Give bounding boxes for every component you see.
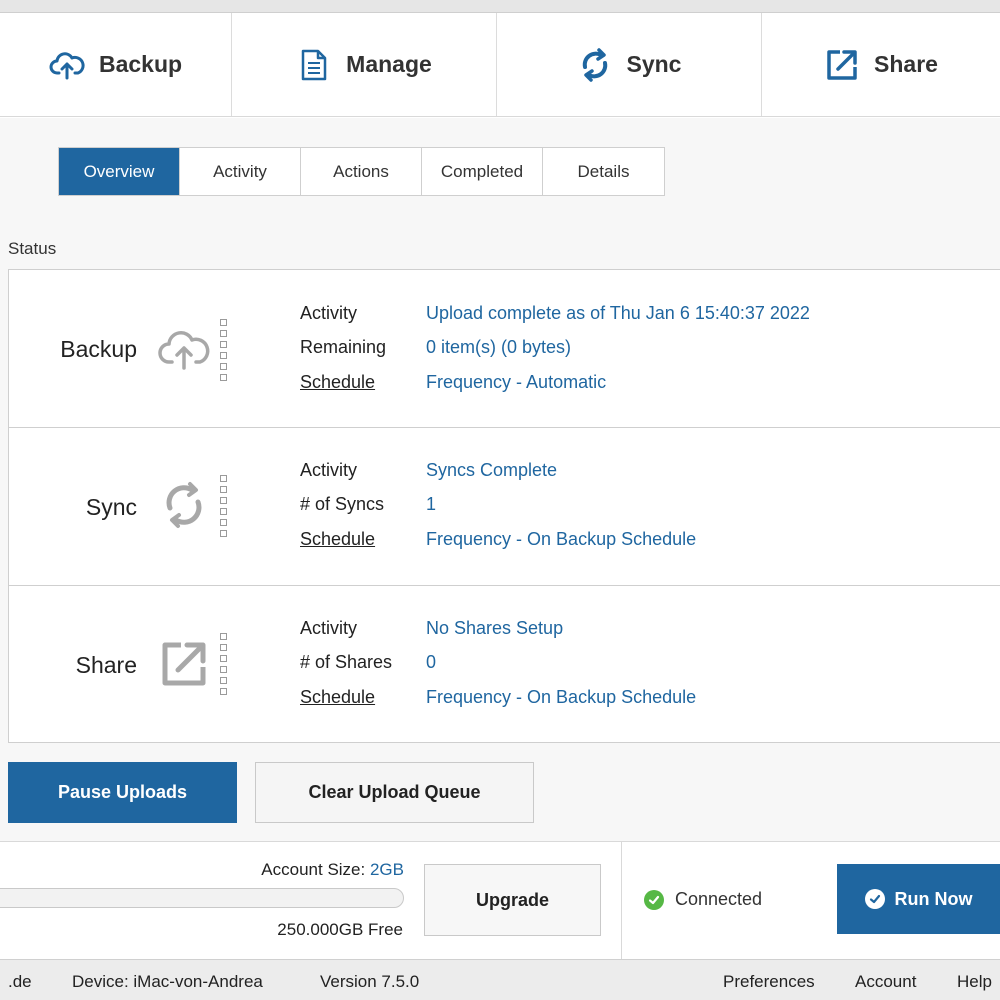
sync-arrows-icon xyxy=(157,478,211,532)
nav-manage-label: Manage xyxy=(346,51,432,77)
schedule-value: Frequency - On Backup Schedule xyxy=(426,687,697,707)
account-size-label: Account Size: xyxy=(261,860,370,879)
nav-sync[interactable]: Sync xyxy=(497,13,762,116)
activity-label: Activity xyxy=(300,460,358,480)
check-circle-icon xyxy=(864,889,885,909)
upgrade-button[interactable]: Upgrade xyxy=(424,864,601,936)
status-row-title: Backup xyxy=(60,336,137,362)
footer-device: Device: iMac-von-Andrea xyxy=(72,972,263,991)
remaining-value: 0 item(s) (0 bytes) xyxy=(426,337,572,357)
document-icon xyxy=(296,47,332,83)
share-count-value: 0 xyxy=(426,652,437,672)
drag-handle[interactable] xyxy=(220,475,228,537)
run-now-label: Run Now xyxy=(894,888,973,909)
nav-backup-label: Backup xyxy=(98,51,183,77)
activity-label: Activity xyxy=(300,303,358,323)
schedule-link[interactable]: Schedule xyxy=(300,529,375,550)
status-row-backup: Backup Activity Remaining Schedule Uploa… xyxy=(9,270,1000,428)
nav-share-label: Share xyxy=(874,51,938,77)
account-size-value: 2GB xyxy=(369,860,404,879)
status-panel: Backup Activity Remaining Schedule Uploa… xyxy=(8,269,1000,743)
footer-preferences-link[interactable]: Preferences xyxy=(723,972,815,992)
external-link-icon xyxy=(157,637,211,691)
nav-manage[interactable]: Manage xyxy=(232,13,497,116)
tab-activity[interactable]: Activity xyxy=(180,148,301,195)
external-link-icon xyxy=(824,47,860,83)
check-circle-icon xyxy=(644,889,664,910)
cloud-upload-icon xyxy=(49,47,85,83)
connection-label: Connected xyxy=(675,889,763,909)
top-navigation: Backup Manage Sync Share xyxy=(0,13,1000,117)
sync-count-value: 1 xyxy=(426,494,437,514)
footer-domain: .de xyxy=(8,972,32,991)
divider xyxy=(621,842,622,960)
activity-value: Syncs Complete xyxy=(426,460,558,480)
schedule-link[interactable]: Schedule xyxy=(300,687,375,708)
clear-upload-queue-button[interactable]: Clear Upload Queue xyxy=(255,762,534,823)
tab-bar: Overview Activity Actions Completed Deta… xyxy=(58,147,665,196)
drag-handle[interactable] xyxy=(220,319,228,381)
account-size: Account Size: 2GB xyxy=(261,860,404,880)
tab-overview[interactable]: Overview xyxy=(59,148,180,195)
tab-completed[interactable]: Completed xyxy=(422,148,543,195)
status-row-title: Sync xyxy=(85,494,137,520)
schedule-link[interactable]: Schedule xyxy=(300,372,375,393)
share-count-label: # of Shares xyxy=(300,652,393,672)
tab-details[interactable]: Details xyxy=(543,148,664,195)
main-content: Overview Activity Actions Completed Deta… xyxy=(0,118,1000,960)
drag-handle[interactable] xyxy=(220,633,228,695)
remaining-label: Remaining xyxy=(300,337,387,357)
storage-progress-bar xyxy=(0,888,404,908)
status-row-title: Share xyxy=(75,652,137,678)
footer-help-link[interactable]: Help xyxy=(957,972,992,992)
status-row-share: Share Activity # of Shares Schedule No S… xyxy=(9,586,1000,744)
nav-backup[interactable]: Backup xyxy=(0,13,232,116)
activity-value: Upload complete as of Thu Jan 6 15:40:37… xyxy=(426,303,810,323)
window-titlebar xyxy=(0,0,1000,13)
account-bar: Account Size: 2GB 250.000GB Free Upgrade… xyxy=(0,841,1000,960)
status-heading: Status xyxy=(8,239,57,258)
run-now-button[interactable]: Run Now xyxy=(837,864,1000,934)
sync-arrows-icon xyxy=(577,47,613,83)
schedule-value: Frequency - On Backup Schedule xyxy=(426,529,697,549)
status-row-sync: Sync Activity # of Syncs Schedule Syncs … xyxy=(9,428,1000,586)
activity-label: Activity xyxy=(300,618,358,638)
footer-version: Version 7.5.0 xyxy=(320,972,420,991)
sync-count-label: # of Syncs xyxy=(300,494,385,514)
pause-uploads-button[interactable]: Pause Uploads xyxy=(8,762,237,823)
nav-sync-label: Sync xyxy=(626,51,682,77)
connection-status: Connected xyxy=(644,889,762,910)
footer-account-link[interactable]: Account xyxy=(855,972,916,992)
cloud-upload-icon xyxy=(157,322,211,376)
footer-bar: .de Device: iMac-von-Andrea Version 7.5.… xyxy=(0,959,1000,1000)
activity-value: No Shares Setup xyxy=(426,618,564,638)
nav-share[interactable]: Share xyxy=(762,13,1000,116)
free-space-text: 250.000GB Free xyxy=(277,920,403,939)
schedule-value: Frequency - Automatic xyxy=(426,372,607,392)
tab-actions[interactable]: Actions xyxy=(301,148,422,195)
